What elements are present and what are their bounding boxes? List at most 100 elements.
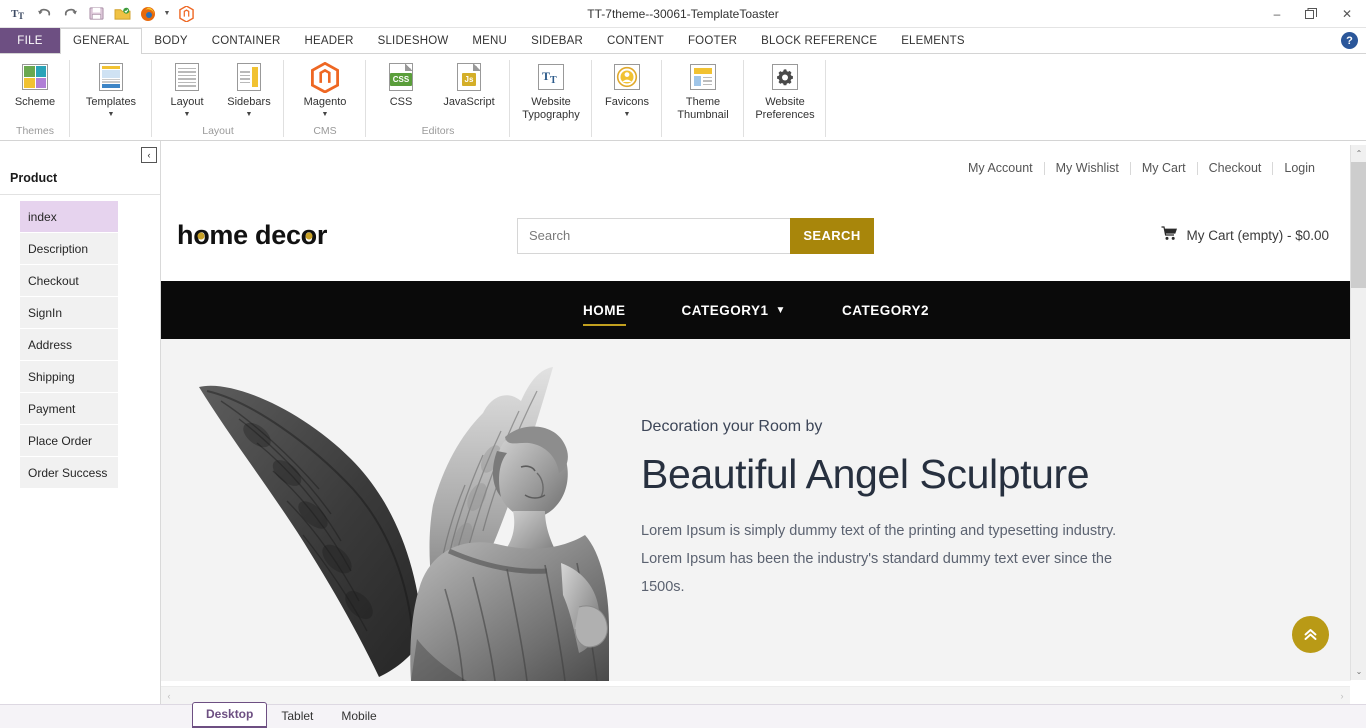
link-checkout[interactable]: Checkout bbox=[1198, 161, 1273, 175]
magento-button[interactable]: Magento ▼ bbox=[288, 59, 362, 121]
tab-elements[interactable]: ELEMENTS bbox=[889, 28, 977, 53]
css-label: CSS bbox=[390, 96, 413, 109]
search-button[interactable]: SEARCH bbox=[790, 218, 874, 254]
tab-body[interactable]: BODY bbox=[142, 28, 199, 53]
scheme-button[interactable]: Scheme bbox=[4, 59, 66, 111]
open-folder-icon[interactable] bbox=[110, 3, 134, 25]
nav-item-home[interactable]: HOME bbox=[555, 281, 654, 339]
window-controls: – ✕ bbox=[1260, 0, 1366, 28]
tab-header[interactable]: HEADER bbox=[292, 28, 365, 53]
templates-dropdown-caret-icon[interactable]: ▼ bbox=[108, 110, 115, 119]
hero-copy: Decoration your Room by Beautiful Angel … bbox=[631, 418, 1351, 602]
sidebar-item-index[interactable]: index bbox=[20, 201, 118, 233]
scroll-right-arrow[interactable]: › bbox=[1334, 691, 1350, 701]
ribbon-group-themes: Scheme Themes bbox=[0, 54, 70, 140]
scroll-to-top-button[interactable] bbox=[1292, 616, 1329, 653]
sidebar-item-signin[interactable]: SignIn bbox=[20, 297, 118, 329]
website-typography-button[interactable]: TT WebsiteTypography bbox=[514, 59, 588, 124]
favicons-icon bbox=[611, 61, 643, 93]
svg-text:T: T bbox=[550, 75, 557, 85]
scroll-up-arrow[interactable]: ⌃ bbox=[1351, 145, 1366, 162]
undo-icon[interactable] bbox=[32, 3, 56, 25]
ribbon-group-layout: Layout ▼ Sidebars ▼ Layout bbox=[152, 54, 284, 140]
link-my-cart[interactable]: My Cart bbox=[1131, 161, 1197, 175]
ribbon-group-cms: Magento ▼ CMS bbox=[284, 54, 366, 140]
sidebars-icon bbox=[233, 61, 265, 93]
magento-dropdown-caret-icon[interactable]: ▼ bbox=[322, 110, 329, 119]
favicons-button[interactable]: Favicons ▼ bbox=[596, 59, 658, 121]
help-icon[interactable]: ? bbox=[1341, 32, 1358, 49]
sidebars-dropdown-caret-icon[interactable]: ▼ bbox=[246, 110, 253, 119]
sidebar-item-place-order[interactable]: Place Order bbox=[20, 425, 118, 457]
maximize-button[interactable] bbox=[1294, 0, 1328, 28]
sidebar-item-address[interactable]: Address bbox=[20, 329, 118, 361]
tab-mobile[interactable]: Mobile bbox=[327, 704, 390, 728]
left-page-panel: ‹ Product index Description Checkout Sig… bbox=[0, 141, 161, 704]
sidebars-button[interactable]: Sidebars ▼ bbox=[218, 59, 280, 121]
tab-slideshow[interactable]: SLIDESHOW bbox=[366, 28, 461, 53]
cart-summary[interactable]: My Cart (empty) - $0.00 bbox=[1161, 226, 1329, 245]
tab-general[interactable]: GENERAL bbox=[60, 28, 142, 54]
website-preview-canvas[interactable]: My Account My Wishlist My Cart Checkout … bbox=[161, 146, 1351, 681]
nav-item-category1[interactable]: CATEGORY1▼ bbox=[654, 281, 814, 339]
sidebar-item-shipping[interactable]: Shipping bbox=[20, 361, 118, 393]
preview-vertical-scrollbar[interactable]: ⌃ ⌄ bbox=[1350, 145, 1366, 680]
logo-o-2: o bbox=[301, 220, 317, 251]
ribbon-group-label-website-preferences bbox=[744, 124, 826, 140]
vertical-scroll-thumb[interactable] bbox=[1351, 162, 1366, 288]
ribbon-group-label-templates bbox=[70, 123, 152, 140]
javascript-button[interactable]: Js JavaScript bbox=[432, 59, 506, 111]
ribbon-group-label-cms: CMS bbox=[284, 123, 366, 140]
site-logo[interactable]: home decor bbox=[177, 220, 517, 251]
collapse-panel-button[interactable]: ‹ bbox=[141, 147, 157, 163]
layout-label: Layout bbox=[170, 96, 203, 109]
website-preferences-icon bbox=[769, 61, 801, 93]
sidebar-item-description[interactable]: Description bbox=[20, 233, 118, 265]
templates-button[interactable]: Templates ▼ bbox=[74, 59, 148, 121]
layout-button[interactable]: Layout ▼ bbox=[156, 59, 218, 121]
window-title: TT-7theme--30061-TemplateToaster bbox=[0, 7, 1366, 21]
ribbon-group-label-editors: Editors bbox=[366, 123, 510, 140]
nav-item-category2[interactable]: CATEGORY2 bbox=[814, 281, 957, 339]
workspace: ‹ Product index Description Checkout Sig… bbox=[0, 141, 1366, 704]
search-form: SEARCH bbox=[517, 218, 874, 254]
tab-menu[interactable]: MENU bbox=[460, 28, 519, 53]
theme-thumbnail-button[interactable]: ThemeThumbnail bbox=[666, 59, 740, 124]
tab-file[interactable]: FILE bbox=[0, 28, 60, 53]
browser-dropdown-caret-icon[interactable]: ▼ bbox=[162, 3, 172, 25]
favicons-dropdown-caret-icon[interactable]: ▼ bbox=[624, 110, 631, 119]
tab-sidebar[interactable]: SIDEBAR bbox=[519, 28, 595, 53]
link-my-account[interactable]: My Account bbox=[957, 161, 1044, 175]
sidebar-item-order-success[interactable]: Order Success bbox=[20, 457, 118, 489]
logo-o-1: o bbox=[193, 220, 209, 251]
sidebar-item-checkout[interactable]: Checkout bbox=[20, 265, 118, 297]
ribbon-group-theme-thumbnail: ThemeThumbnail bbox=[662, 54, 744, 140]
ribbon-group-label-layout: Layout bbox=[152, 123, 284, 140]
close-button[interactable]: ✕ bbox=[1328, 0, 1366, 28]
sidebar-item-payment[interactable]: Payment bbox=[20, 393, 118, 425]
link-login[interactable]: Login bbox=[1273, 161, 1326, 175]
tab-footer[interactable]: FOOTER bbox=[676, 28, 749, 53]
minimize-button[interactable]: – bbox=[1260, 0, 1294, 28]
tab-tablet[interactable]: Tablet bbox=[267, 704, 327, 728]
tab-desktop[interactable]: Desktop bbox=[192, 702, 267, 728]
save-icon[interactable] bbox=[84, 3, 108, 25]
typography-icon[interactable]: TT bbox=[6, 3, 30, 25]
css-button[interactable]: CSS CSS bbox=[370, 59, 432, 111]
firefox-preview-icon[interactable] bbox=[136, 3, 160, 25]
svg-text:T: T bbox=[542, 69, 550, 83]
scroll-down-arrow[interactable]: ⌄ bbox=[1351, 663, 1366, 680]
window-title-bar: TT ▼ TT-7theme--30061-TemplateToaster – … bbox=[0, 0, 1366, 28]
search-input[interactable] bbox=[517, 218, 790, 254]
website-preferences-button[interactable]: WebsitePreferences bbox=[748, 59, 822, 124]
tab-container[interactable]: CONTAINER bbox=[200, 28, 293, 53]
link-my-wishlist[interactable]: My Wishlist bbox=[1045, 161, 1130, 175]
layout-dropdown-caret-icon[interactable]: ▼ bbox=[184, 110, 191, 119]
preview-pane: My Account My Wishlist My Cart Checkout … bbox=[161, 141, 1366, 704]
tab-block-reference[interactable]: BLOCK REFERENCE bbox=[749, 28, 889, 53]
scroll-left-arrow[interactable]: ‹ bbox=[161, 691, 177, 701]
ribbon-group-website-typography: TT WebsiteTypography bbox=[510, 54, 592, 140]
redo-icon[interactable] bbox=[58, 3, 82, 25]
magento-icon[interactable] bbox=[174, 3, 198, 25]
tab-content[interactable]: CONTENT bbox=[595, 28, 676, 53]
